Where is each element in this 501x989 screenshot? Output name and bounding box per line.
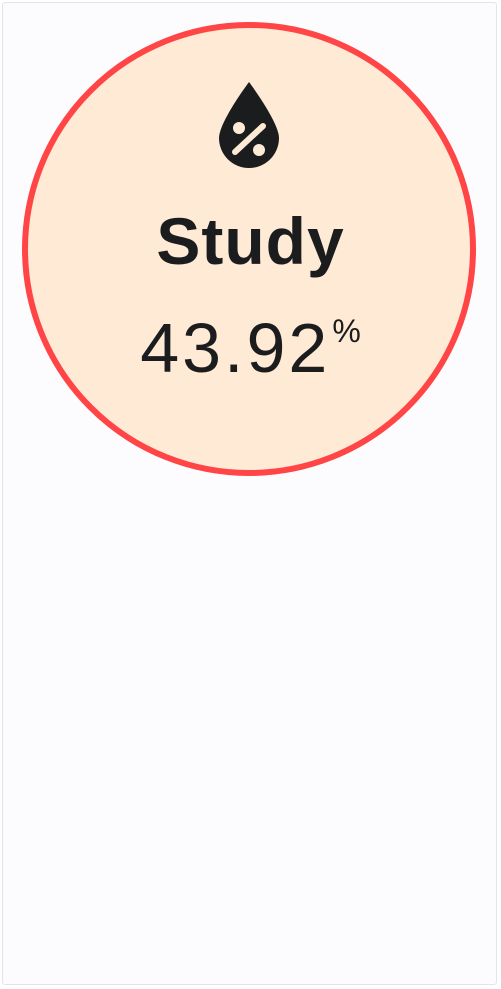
widget-unit: % (332, 313, 361, 349)
widget-value: 43.92 (140, 309, 331, 387)
widget-label: Study (156, 204, 345, 278)
widget-reading: 43.92% (0, 313, 501, 383)
water-percent-icon (219, 82, 279, 168)
